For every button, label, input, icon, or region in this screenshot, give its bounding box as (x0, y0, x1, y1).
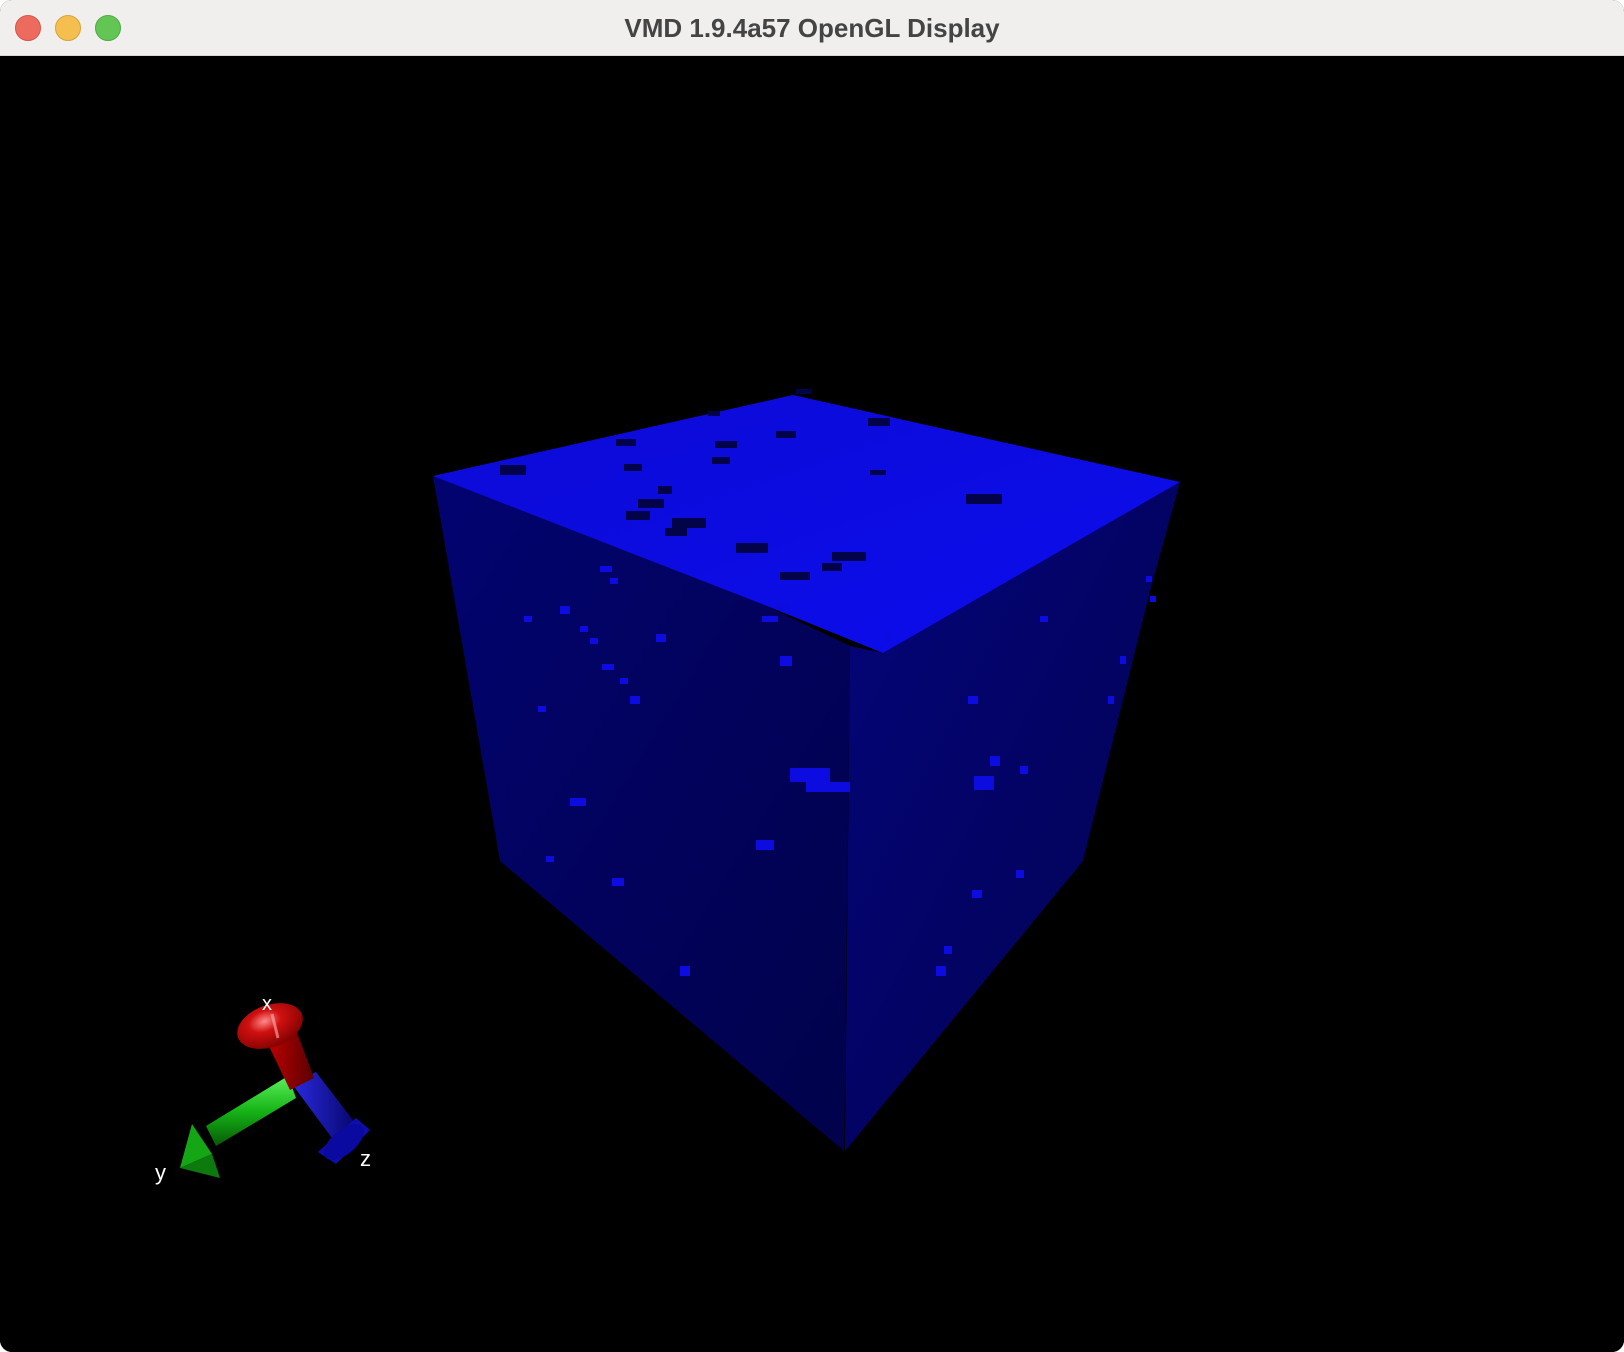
z-axis-arrow (292, 1072, 370, 1164)
axis-x-label: x (262, 993, 272, 1015)
y-axis-arrow (180, 1076, 296, 1178)
cube-volume (433, 389, 1180, 1151)
axes-indicator: x y z (155, 993, 371, 1185)
molecule-scene: x y z (155, 389, 1180, 1185)
axis-y-label: y (155, 1160, 166, 1185)
title-bar[interactable]: VMD 1.9.4a57 OpenGL Display (0, 0, 1624, 56)
vmd-display-window: VMD 1.9.4a57 OpenGL Display x y z (0, 0, 1624, 1352)
x-axis-arrow (237, 1003, 314, 1090)
opengl-viewport[interactable]: x y z (0, 56, 1624, 1352)
axis-z-label: z (360, 1146, 371, 1171)
window-title: VMD 1.9.4a57 OpenGL Display (624, 13, 1000, 43)
